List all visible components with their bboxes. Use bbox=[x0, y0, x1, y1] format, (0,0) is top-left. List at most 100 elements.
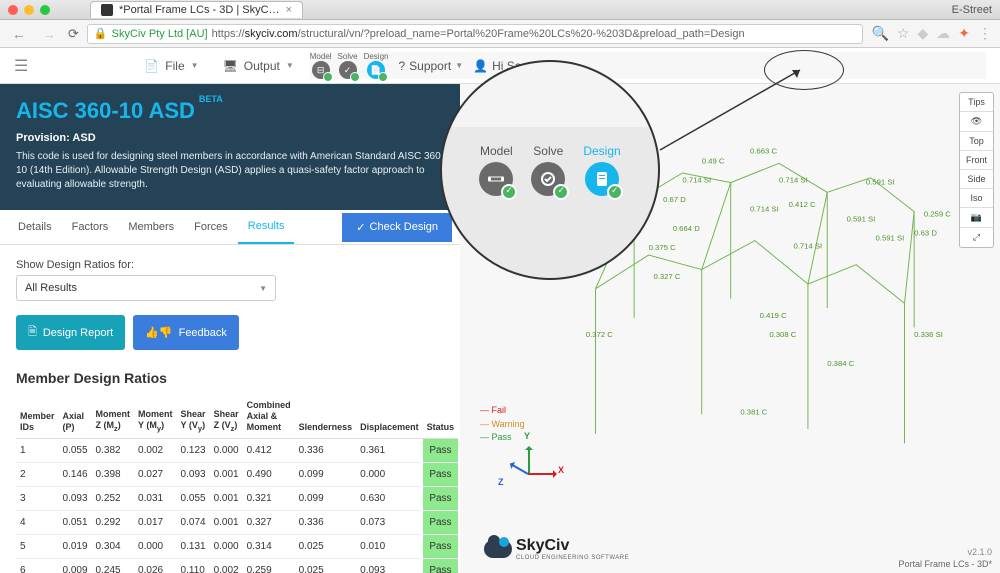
close-tab-icon[interactable]: × bbox=[286, 4, 292, 16]
question-icon: ? bbox=[398, 59, 405, 73]
check-icon: ✓ bbox=[356, 221, 365, 234]
table-title: Member Design Ratios bbox=[16, 370, 444, 386]
menu-icon[interactable]: ⋮ bbox=[978, 25, 992, 42]
document-icon: 🗎 bbox=[28, 323, 37, 342]
minimize-window-icon[interactable] bbox=[24, 5, 34, 15]
panel-header: AISC 360-10 ASDBETA Provision: ASD This … bbox=[0, 84, 460, 210]
status-badge: Pass bbox=[423, 487, 459, 511]
search-icon[interactable]: 🔍 bbox=[871, 25, 888, 42]
version-label: v2.1.0 bbox=[967, 547, 992, 557]
design-icon bbox=[585, 162, 619, 196]
check-icon bbox=[350, 72, 360, 82]
view-btn-front[interactable]: Front bbox=[960, 151, 993, 170]
view-btn-⤢[interactable]: ⤢ bbox=[960, 228, 993, 247]
view-btn-📷[interactable]: 📷 bbox=[960, 208, 993, 228]
mag-step-model: Model bbox=[479, 144, 513, 196]
browser-tab[interactable]: *Portal Frame LCs - 3D | SkyC… × bbox=[90, 1, 303, 18]
maximize-window-icon[interactable] bbox=[40, 5, 50, 15]
lock-icon: 🔒 bbox=[94, 27, 108, 40]
axis-y bbox=[528, 447, 530, 475]
tab-details[interactable]: Details bbox=[8, 211, 62, 243]
axis-gizmo[interactable]: Y X Z bbox=[500, 443, 560, 503]
support-menu[interactable]: ?Support▼ bbox=[398, 59, 463, 73]
status-badge: Pass bbox=[423, 511, 459, 535]
browser-extensions: 🔍 ☆ ◆ ☁ ✦ ⋮ bbox=[871, 25, 992, 42]
chevron-down-icon: ▼ bbox=[259, 284, 267, 293]
member-label: 0.419 C bbox=[760, 311, 787, 320]
table-row[interactable]: 60.0090.2450.0260.1100.0020.2590.0250.09… bbox=[16, 559, 458, 573]
browser-tab-strip: *Portal Frame LCs - 3D | SkyC… × E-Stree… bbox=[0, 0, 1000, 20]
ext-icon-3[interactable]: ✦ bbox=[958, 25, 970, 42]
ratio-filter-select[interactable]: All Results▼ bbox=[16, 275, 276, 301]
member-label: 0.336 SI bbox=[914, 330, 943, 339]
view-btn-side[interactable]: Side bbox=[960, 170, 993, 189]
tab-results[interactable]: Results bbox=[238, 210, 295, 244]
legend: — Fail — Warning — Pass bbox=[480, 404, 525, 445]
table-row[interactable]: 30.0930.2520.0310.0550.0010.3210.0990.63… bbox=[16, 487, 458, 511]
step-design[interactable]: Design📄 bbox=[364, 52, 389, 79]
table-row[interactable]: 50.0190.3040.0000.1310.0000.3140.0250.01… bbox=[16, 535, 458, 559]
check-icon bbox=[378, 72, 388, 82]
hamburger-icon[interactable]: ☰ bbox=[14, 56, 28, 76]
ext-icon-2[interactable]: ☁ bbox=[936, 25, 950, 42]
feedback-button[interactable]: 👍👎Feedback bbox=[133, 315, 239, 350]
step-solve[interactable]: Solve✓ bbox=[338, 52, 358, 79]
star-icon[interactable]: ☆ bbox=[897, 25, 910, 42]
ext-icon-1[interactable]: ◆ bbox=[917, 25, 928, 42]
table-row[interactable]: 40.0510.2920.0170.0740.0010.3270.3360.07… bbox=[16, 511, 458, 535]
solve-icon bbox=[531, 162, 565, 196]
legend-warning: — Warning bbox=[480, 418, 525, 432]
window-controls bbox=[8, 5, 50, 15]
member-label: 0.591 SI bbox=[847, 214, 876, 223]
design-report-button[interactable]: 🗎Design Report bbox=[16, 315, 125, 350]
member-label: 0.63 D bbox=[914, 229, 937, 238]
tab-members[interactable]: Members bbox=[118, 211, 184, 243]
forward-button[interactable]: → bbox=[38, 26, 60, 42]
workflow-steps: Model⊟ Solve✓ Design📄 bbox=[310, 52, 389, 79]
status-badge: Pass bbox=[423, 559, 459, 573]
legend-fail: — Fail bbox=[480, 404, 525, 418]
design-panel: AISC 360-10 ASDBETA Provision: ASD This … bbox=[0, 84, 460, 573]
close-window-icon[interactable] bbox=[8, 5, 18, 15]
check-icon bbox=[323, 72, 333, 82]
view-btn-top[interactable]: Top bbox=[960, 132, 993, 151]
table-row[interactable]: 10.0550.3820.0020.1230.0000.4120.3360.36… bbox=[16, 439, 458, 463]
chevron-down-icon: ▼ bbox=[191, 61, 199, 70]
beta-badge: BETA bbox=[199, 94, 223, 104]
reload-button[interactable]: ⟳ bbox=[68, 26, 79, 42]
address-bar[interactable]: 🔒 SkyCiv Pty Ltd [AU] https://skyciv.com… bbox=[87, 24, 864, 44]
member-label: 0.259 C bbox=[924, 209, 951, 218]
step-model[interactable]: Model⊟ bbox=[310, 52, 332, 79]
ratio-filter-label: Show Design Ratios for: bbox=[16, 259, 444, 271]
skyciv-logo: SkyCiv CLOUD ENGINEERING SOFTWARE bbox=[484, 537, 629, 561]
ssl-org: SkyCiv Pty Ltd [AU] bbox=[112, 28, 208, 40]
file-menu[interactable]: 📄File▼ bbox=[136, 55, 206, 77]
view-btn-tips[interactable]: Tips bbox=[960, 93, 993, 112]
browser-toolbar: ← → ⟳ 🔒 SkyCiv Pty Ltd [AU] https://skyc… bbox=[0, 20, 1000, 48]
model-icon bbox=[479, 162, 513, 196]
tab-factors[interactable]: Factors bbox=[62, 211, 119, 243]
browser-profile[interactable]: E-Street bbox=[952, 4, 992, 16]
check-icon bbox=[553, 184, 569, 200]
member-label: 0.591 SI bbox=[876, 234, 905, 243]
member-label: 0.412 C bbox=[789, 200, 816, 209]
member-label: 0.384 C bbox=[827, 359, 854, 368]
code-description: This code is used for designing steel me… bbox=[16, 150, 444, 192]
col-header: Axial (P) bbox=[59, 394, 92, 439]
col-header: Shear Z (Vz) bbox=[210, 394, 243, 439]
output-menu[interactable]: 🖥Output▼ bbox=[215, 55, 302, 77]
view-btn-👁[interactable]: 👁 bbox=[960, 112, 993, 132]
member-label: 0.381 C bbox=[740, 407, 767, 416]
tab-forces[interactable]: Forces bbox=[184, 211, 238, 243]
back-button[interactable]: ← bbox=[8, 26, 30, 42]
connector-line bbox=[660, 110, 802, 112]
solve-icon: ✓ bbox=[339, 61, 357, 79]
chevron-down-icon: ▼ bbox=[455, 61, 463, 70]
check-design-button[interactable]: ✓Check Design bbox=[342, 213, 452, 242]
check-icon bbox=[607, 184, 623, 200]
col-header: Moment Z (Mz) bbox=[92, 394, 135, 439]
filename-label: Portal Frame LCs - 3D* bbox=[898, 559, 992, 569]
col-header: Slenderness bbox=[295, 394, 357, 439]
view-btn-iso[interactable]: Iso bbox=[960, 189, 993, 208]
table-row[interactable]: 20.1460.3980.0270.0930.0010.4900.0990.00… bbox=[16, 463, 458, 487]
